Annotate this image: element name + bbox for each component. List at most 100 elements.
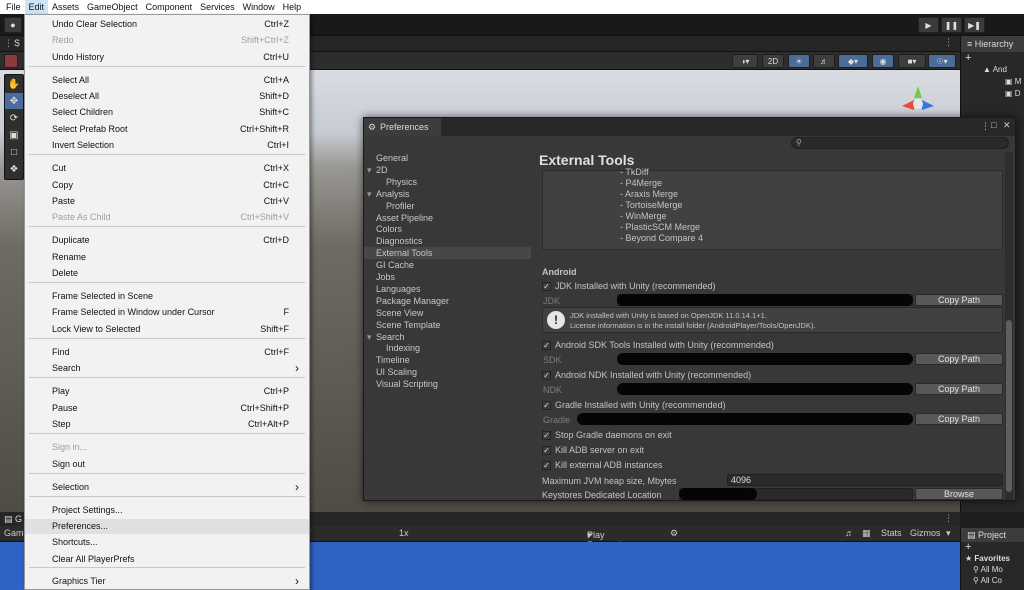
sidebar-item-profiler[interactable]: Profiler xyxy=(364,200,531,212)
menu-file[interactable]: File xyxy=(2,0,25,14)
preferences-tab[interactable]: ⚙ Preferences xyxy=(364,118,441,136)
menu-item-frame-selected-in-scene[interactable]: Frame Selected in Scene xyxy=(25,289,309,304)
sidebar-item-scene-template[interactable]: Scene Template xyxy=(364,319,531,331)
kill-adb-checkbox[interactable]: ✓ xyxy=(542,446,551,455)
pause-button[interactable]: ❚❚ xyxy=(941,17,962,33)
gizmos-dropdown-icon[interactable]: ☉▾ xyxy=(928,54,956,68)
audio-toggle-icon[interactable]: ♬ xyxy=(813,54,835,68)
list-item[interactable]: ▲ And xyxy=(961,64,1024,76)
tab-game[interactable]: ▤ G xyxy=(4,514,22,525)
sidebar-item-visual-scripting[interactable]: Visual Scripting xyxy=(364,378,531,390)
menu-item-graphics-tier[interactable]: Graphics Tier › xyxy=(25,574,309,589)
list-item[interactable]: ⚲ All Co xyxy=(961,575,1024,586)
sidebar-item-asset-pipeline[interactable]: Asset Pipeline xyxy=(364,212,531,224)
scale-tool-icon[interactable]: ▣ xyxy=(5,127,23,143)
foldout-arrow-icon[interactable]: ▾ xyxy=(367,188,372,200)
shading-mode-dropdown[interactable]: ◑▾ xyxy=(732,54,758,68)
sidebar-item-gi-cache[interactable]: GI Cache xyxy=(364,259,531,271)
menu-item-clear-all-playerprefs[interactable]: Clear All PlayerPrefs xyxy=(25,552,309,567)
jdk-checkbox[interactable]: ✓ xyxy=(542,282,551,291)
foldout-arrow-icon[interactable]: ▾ xyxy=(367,331,372,343)
hand-tool-icon[interactable]: ✋ xyxy=(5,76,23,92)
camera-dropdown-icon[interactable]: ■▾ xyxy=(898,54,926,68)
menu-help[interactable]: Help xyxy=(279,0,306,14)
create-button[interactable]: + xyxy=(961,52,1024,64)
preferences-scrollbar[interactable] xyxy=(1005,152,1013,500)
gradle-copy-path-button[interactable]: Copy Path xyxy=(915,413,1003,425)
sidebar-item-physics[interactable]: Physics xyxy=(364,176,531,188)
ndk-checkbox[interactable]: ✓ xyxy=(542,371,551,380)
menu-item-shortcuts[interactable]: Shortcuts... xyxy=(25,535,309,550)
gizmos-button[interactable]: Gizmos xyxy=(910,528,941,538)
stats-button[interactable]: Stats xyxy=(881,528,902,538)
stop-gradle-checkbox[interactable]: ✓ xyxy=(542,431,551,440)
search-input[interactable]: ⚲ xyxy=(791,137,1009,149)
menu-item-find[interactable]: Find Ctrl+F xyxy=(25,345,309,360)
kill-external-adb-checkbox[interactable]: ✓ xyxy=(542,461,551,470)
jvm-heap-field[interactable]: 4096 xyxy=(727,474,1003,486)
mute-audio-icon[interactable]: ♬ xyxy=(845,528,854,538)
menu-item-select-all[interactable]: Select All Ctrl+A xyxy=(25,73,309,88)
account-icon[interactable]: ● xyxy=(4,17,22,33)
lighting-toggle-icon[interactable]: ☀ xyxy=(788,54,810,68)
transform-tool-icon[interactable]: ❖ xyxy=(5,161,23,177)
project-tab[interactable]: ▤ Project xyxy=(961,528,1024,542)
sidebar-item-colors[interactable]: Colors xyxy=(364,223,531,235)
more-options-icon[interactable]: ⋮ xyxy=(981,121,990,132)
gradle-checkbox[interactable]: ✓ xyxy=(542,401,551,410)
menu-item-cut[interactable]: Cut Ctrl+X xyxy=(25,161,309,176)
foldout-arrow-icon[interactable]: ▾ xyxy=(367,164,372,176)
menu-item-select-prefab-root[interactable]: Select Prefab Root Ctrl+Shift+R xyxy=(25,122,309,137)
stats-icon[interactable]: ▦ xyxy=(862,528,871,539)
menu-item-rename[interactable]: Rename xyxy=(25,250,309,265)
sdk-checkbox[interactable]: ✓ xyxy=(542,341,551,350)
menu-item-sign-out[interactable]: Sign out xyxy=(25,457,309,472)
sidebar-item-external-tools[interactable]: External Tools xyxy=(364,247,531,260)
menu-window[interactable]: Window xyxy=(239,0,279,14)
menu-assets[interactable]: Assets xyxy=(48,0,83,14)
close-icon[interactable]: ✕ xyxy=(1003,120,1011,131)
menu-item-play[interactable]: Play Ctrl+P xyxy=(25,384,309,399)
sidebar-item-analysis[interactable]: ▾ Analysis xyxy=(364,188,531,200)
menu-item-deselect-all[interactable]: Deselect All Shift+D xyxy=(25,89,309,104)
scrollbar-thumb[interactable] xyxy=(1006,320,1012,492)
menu-item-frame-selected-in-window-under-cursor[interactable]: Frame Selected in Window under Cursor F xyxy=(25,305,309,320)
rect-tool-icon[interactable]: □ xyxy=(5,144,23,160)
menu-item-invert-selection[interactable]: Invert Selection Ctrl+I xyxy=(25,138,309,153)
menu-item-paste[interactable]: Paste Ctrl+V xyxy=(25,194,309,209)
tab-scene[interactable]: S xyxy=(14,38,20,48)
list-item[interactable]: ⚲ All Mo xyxy=(961,564,1024,575)
menu-item-pause[interactable]: Pause Ctrl+Shift+P xyxy=(25,401,309,416)
menu-item-preferences[interactable]: Preferences... xyxy=(25,519,309,534)
menu-component[interactable]: Component xyxy=(142,0,197,14)
scene-tool-icon[interactable] xyxy=(4,54,18,68)
menu-gameobject[interactable]: GameObject xyxy=(83,0,142,14)
sidebar-item-diagnostics[interactable]: Diagnostics xyxy=(364,235,531,247)
sidebar-item-package-manager[interactable]: Package Manager xyxy=(364,295,531,307)
menu-item-copy[interactable]: Copy Ctrl+C xyxy=(25,178,309,193)
hidden-objects-icon[interactable]: ◉ xyxy=(872,54,894,68)
sidebar-item-2d[interactable]: ▾ 2D xyxy=(364,164,531,176)
menu-item-project-settings[interactable]: Project Settings... xyxy=(25,503,309,518)
menu-item-search[interactable]: Search › xyxy=(25,361,309,376)
sidebar-item-indexing[interactable]: Indexing xyxy=(364,342,531,354)
menu-edit[interactable]: Edit xyxy=(24,0,49,14)
sidebar-item-timeline[interactable]: Timeline xyxy=(364,354,531,366)
sidebar-item-search[interactable]: ▾ Search xyxy=(364,331,531,343)
effects-dropdown-icon[interactable]: ◆▾ xyxy=(838,54,868,68)
sidebar-item-general[interactable]: General xyxy=(364,152,531,164)
sidebar-item-languages[interactable]: Languages xyxy=(364,283,531,295)
step-button[interactable]: ▶❚ xyxy=(964,17,985,33)
menu-item-undo-clear-selection[interactable]: Undo Clear Selection Ctrl+Z xyxy=(25,17,309,32)
move-tool-icon[interactable]: ✥ xyxy=(5,93,23,109)
sdk-copy-path-button[interactable]: Copy Path xyxy=(915,353,1003,365)
hierarchy-tab[interactable]: ≡ Hierarchy xyxy=(961,36,1024,52)
menu-item-delete[interactable]: Delete xyxy=(25,266,309,281)
jdk-copy-path-button[interactable]: Copy Path xyxy=(915,294,1003,306)
menu-item-selection[interactable]: Selection › xyxy=(25,480,309,495)
sidebar-item-jobs[interactable]: Jobs xyxy=(364,271,531,283)
chevron-down-icon[interactable]: ▾ xyxy=(946,528,951,539)
sidebar-item-scene-view[interactable]: Scene View xyxy=(364,307,531,319)
menu-item-select-children[interactable]: Select Children Shift+C xyxy=(25,105,309,120)
menu-item-undo-history[interactable]: Undo History Ctrl+U xyxy=(25,50,309,65)
